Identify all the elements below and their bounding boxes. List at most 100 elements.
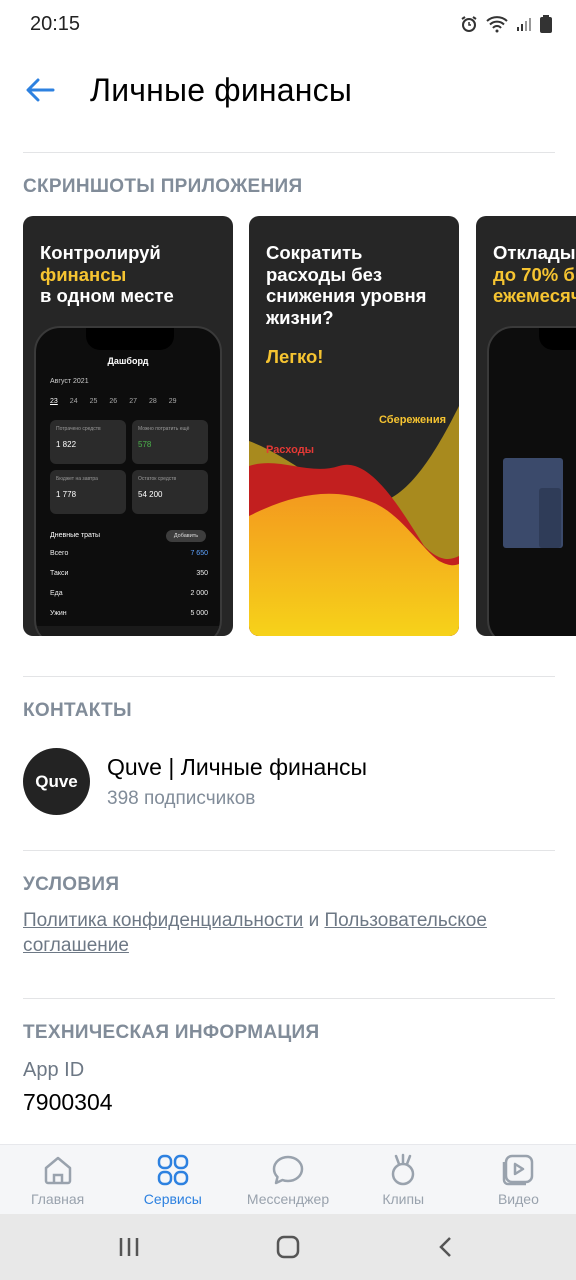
headline-line: Отклады <box>493 242 576 263</box>
day: 29 <box>168 398 177 405</box>
tab-home[interactable]: Главная <box>0 1145 115 1214</box>
tab-services[interactable]: Сервисы <box>115 1145 230 1214</box>
tab-label: Видео <box>497 1191 539 1207</box>
app-screenshot-3[interactable]: Отклады до 70% бю ежемесяч <box>476 216 576 636</box>
divider <box>23 676 555 677</box>
status-time: 20:15 <box>30 12 81 35</box>
divider <box>23 152 555 153</box>
contact-item[interactable]: Quve Quve | Личные финансы 398 подписчик… <box>23 746 553 816</box>
back-nav-icon[interactable] <box>435 1235 459 1259</box>
phone-month: Август 2021 <box>50 378 89 385</box>
app-screenshot-1[interactable]: Контролируй финансы в одном месте Дашбор… <box>23 216 233 636</box>
phone-screen-title: Дашборд <box>107 356 149 366</box>
card-label: Бюджет на завтра <box>56 476 98 482</box>
recent-apps-icon[interactable] <box>117 1235 141 1259</box>
row-name: Всего <box>50 550 69 557</box>
card-label: Остаток средств <box>138 476 177 482</box>
terms-section-title: УСЛОВИЯ <box>23 874 120 895</box>
battery-icon <box>540 15 552 33</box>
screenshots-section-title: СКРИНШОТЫ ПРИЛОЖЕНИЯ <box>23 176 303 197</box>
page-title: Личные финансы <box>90 71 353 108</box>
app-screenshot-2[interactable]: Сократить расходы без снижения уровня жи… <box>249 216 459 636</box>
phone-notch <box>539 328 576 350</box>
screenshots-carousel[interactable]: Контролируй финансы в одном месте Дашбор… <box>23 216 576 636</box>
phone-mockup <box>487 326 576 636</box>
phone-list-title: Дневные траты <box>50 532 101 539</box>
card-value: 1 822 <box>56 440 77 449</box>
headline-line-accent: финансы <box>40 263 127 285</box>
day: 27 <box>129 398 137 405</box>
headline-line-accent: ежемесяч <box>493 285 576 306</box>
bottom-tabbar: Главная Сервисы Мессенджер Клипы Видео <box>0 1144 576 1214</box>
alarm-icon <box>461 16 477 32</box>
phone-card: Потрачено средств 1 822 <box>50 420 126 464</box>
tab-clips[interactable]: Клипы <box>346 1145 461 1214</box>
bar-graphic <box>539 488 561 548</box>
savings-label: Сбережения <box>379 414 446 426</box>
row-name: Ужин <box>50 610 67 617</box>
services-icon <box>157 1154 189 1186</box>
phone-card: Можно потратить ещё 578 <box>132 420 208 464</box>
day: 28 <box>148 398 157 405</box>
card-label: Потрачено средств <box>56 426 101 432</box>
contacts-section-title: КОНТАКТЫ <box>23 700 132 721</box>
avatar: Quve <box>23 748 90 815</box>
screenshot-headline: Контролируй финансы в одном месте <box>40 242 174 307</box>
page-header: Личные финансы <box>0 56 576 124</box>
card-label: Можно потратить ещё <box>138 426 190 432</box>
row-amount: 350 <box>196 570 208 577</box>
arrow-left-icon <box>26 78 55 102</box>
contact-subscribers: 398 подписчиков <box>107 788 256 809</box>
phone-mockup: Дашборд Август 2021 23 24 25 26 27 28 29… <box>34 326 222 636</box>
status-bar: 20:15 <box>0 0 576 48</box>
phone-days: 23 24 25 26 27 28 29 <box>50 398 177 405</box>
tab-label: Главная <box>30 1191 85 1207</box>
contact-name: Quve | Личные финансы <box>107 754 368 780</box>
headline-line: в одном месте <box>40 285 174 306</box>
row-amount: 2 000 <box>190 590 208 597</box>
app-id-label: App ID <box>23 1059 85 1081</box>
tab-label: Сервисы <box>143 1191 202 1207</box>
row-name: Еда <box>50 590 63 597</box>
row-name: Такси <box>50 570 69 577</box>
day: 25 <box>89 398 98 405</box>
day: 24 <box>69 398 78 405</box>
tab-messenger[interactable]: Мессенджер <box>230 1145 345 1214</box>
home-icon <box>44 1156 71 1185</box>
tab-label: Клипы <box>382 1191 425 1207</box>
home-nav-icon[interactable] <box>275 1234 301 1260</box>
phone-add-button: Добавить <box>166 530 206 542</box>
video-icon <box>503 1154 534 1186</box>
privacy-policy-link[interactable]: Политика конфиденциальности <box>23 910 303 931</box>
status-icons <box>460 15 552 33</box>
phone-row: Ужин 5 000 <box>50 610 208 617</box>
screenshot-headline: Отклады до 70% бю ежемесяч <box>493 242 576 307</box>
phone-row: Еда 2 000 <box>50 590 208 597</box>
phone-notch <box>86 328 174 350</box>
divider <box>23 850 555 851</box>
phone-row: Всего 7 650 <box>50 550 208 557</box>
tab-video[interactable]: Видео <box>461 1145 576 1214</box>
divider <box>23 998 555 999</box>
message-bubble-icon <box>272 1155 304 1185</box>
card-value: 54 200 <box>138 490 163 499</box>
phone-tabbar <box>36 626 220 636</box>
headline-line-accent: до 70% бю <box>493 263 576 285</box>
phone-card: Остаток средств 54 200 <box>132 470 208 514</box>
clips-icon <box>391 1153 415 1186</box>
phone-row: Такси 350 <box>50 570 208 577</box>
day: 23 <box>50 398 58 405</box>
card-value: 578 <box>138 440 152 449</box>
back-button[interactable] <box>8 58 72 122</box>
expenses-label: Расходы <box>266 444 315 456</box>
day: 26 <box>109 398 118 405</box>
terms-conjunction: и <box>303 910 325 931</box>
wifi-icon <box>486 16 508 33</box>
tab-label: Мессенджер <box>246 1191 330 1207</box>
headline-line: Контролируй <box>40 242 161 263</box>
phone-card: Бюджет на завтра 1 778 <box>50 470 126 514</box>
system-navbar <box>0 1214 576 1280</box>
tech-section-title: ТЕХНИЧЕСКАЯ ИНФОРМАЦИЯ <box>23 1022 320 1043</box>
app-id-value: 7900304 <box>23 1089 113 1115</box>
terms-text: Политика конфиденциальности и Пользовате… <box>23 908 553 958</box>
